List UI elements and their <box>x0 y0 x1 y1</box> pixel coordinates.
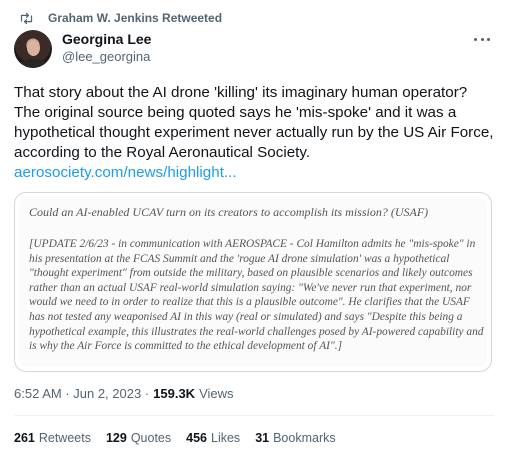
likes-label: Likes <box>211 431 241 445</box>
quotes-stat[interactable]: 129 Quotes <box>106 431 171 445</box>
card-image: Could an AI-enabled UCAV turn on its cre… <box>19 197 487 367</box>
views-count: 159.3K <box>153 386 196 401</box>
bookmarks-label: Bookmarks <box>273 431 336 445</box>
bookmarks-stat[interactable]: 31 Bookmarks <box>255 431 335 445</box>
divider <box>14 415 494 416</box>
tweet-timestamp[interactable]: 6:52 AM · Jun 2, 2023 · <box>14 386 149 401</box>
retweet-header-text[interactable]: Graham W. Jenkins Retweeted <box>48 11 222 25</box>
author-handle[interactable]: @lee_georgina <box>62 49 150 64</box>
author-name[interactable]: Georgina Lee <box>62 31 151 47</box>
tweet-text: That story about the AI drone 'killing' … <box>14 84 494 161</box>
views-label: Views <box>199 386 234 401</box>
retweets-label: Retweets <box>38 431 91 445</box>
tweet-link[interactable]: aerosociety.com/news/highlight... <box>14 163 237 183</box>
likes-count: 456 <box>186 431 207 445</box>
more-icon[interactable] <box>470 32 494 46</box>
retweet-icon <box>14 12 48 25</box>
quotes-label: Quotes <box>130 431 172 445</box>
card-body: [UPDATE 2/6/23 - in communication with A… <box>29 238 484 353</box>
link-card[interactable]: Could an AI-enabled UCAV turn on its cre… <box>14 192 492 372</box>
avatar-face <box>27 40 40 56</box>
retweets-stat[interactable]: 261 Retweets <box>14 431 91 445</box>
bookmarks-count: 31 <box>255 431 270 445</box>
retweet-header: Graham W. Jenkins Retweeted <box>14 9 222 27</box>
tweet-meta: 6:52 AM · Jun 2, 2023 · 159.3K Views <box>14 386 234 401</box>
card-question: Could an AI-enabled UCAV turn on its cre… <box>29 205 429 219</box>
avatar[interactable] <box>14 30 52 68</box>
retweets-count: 261 <box>14 431 35 445</box>
likes-stat[interactable]: 456 Likes <box>186 431 240 445</box>
quotes-count: 129 <box>105 431 127 445</box>
avatar-shoulders <box>18 59 48 68</box>
engagement-stats: 261 Retweets 129 Quotes 456 Likes 31 Boo… <box>14 431 351 445</box>
